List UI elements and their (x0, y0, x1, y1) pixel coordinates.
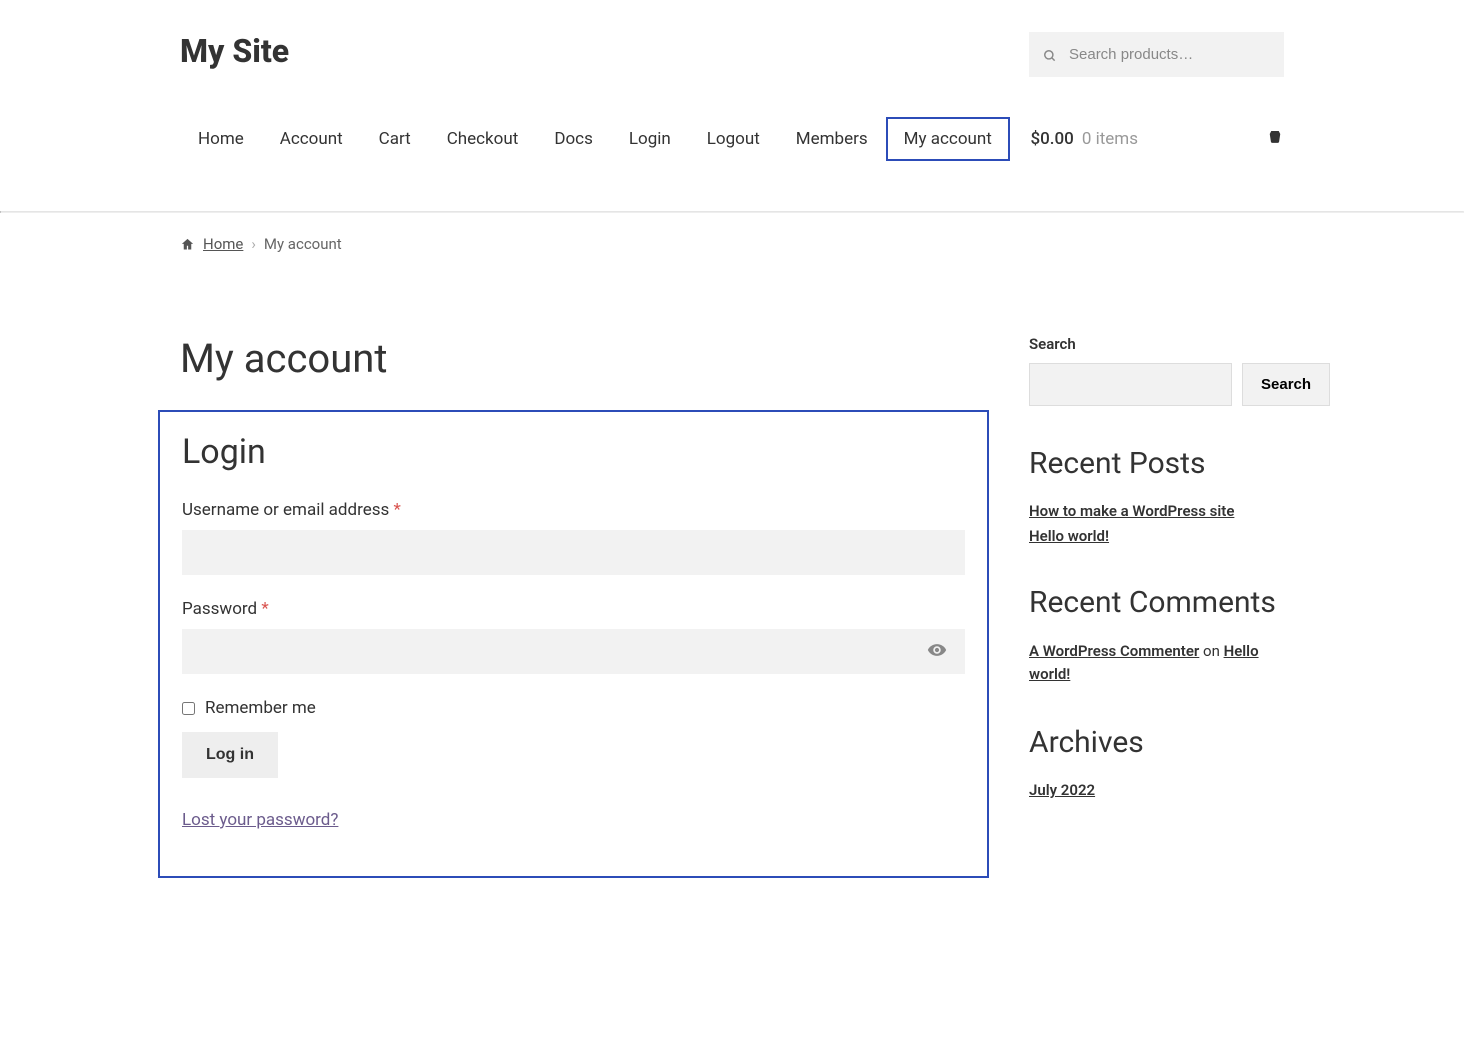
username-label: Username or email address * (182, 500, 965, 520)
breadcrumb-current: My account (264, 235, 342, 253)
nav-item-login[interactable]: Login (611, 117, 689, 161)
basket-icon (1266, 128, 1284, 151)
chevron-right-icon: › (251, 235, 256, 253)
cart-amount: $0.00 (1030, 129, 1073, 149)
remember-label[interactable]: Remember me (205, 698, 316, 718)
recent-posts-heading: Recent Posts (1029, 446, 1284, 481)
search-icon (1043, 48, 1057, 62)
cart-summary[interactable]: $0.00 0 items (1030, 128, 1284, 151)
nav-item-docs[interactable]: Docs (536, 117, 611, 161)
nav-item-account[interactable]: Account (262, 117, 361, 161)
recent-comment-item: A WordPress Commenter on Hello world! (1029, 640, 1284, 685)
lost-password-link[interactable]: Lost your password? (182, 810, 338, 830)
nav-item-home[interactable]: Home (180, 117, 262, 161)
page-title: My account (180, 335, 989, 382)
nav-item-logout[interactable]: Logout (689, 117, 778, 161)
primary-nav: Home Account Cart Checkout Docs Login Lo… (180, 117, 1010, 161)
product-search-input[interactable] (1029, 32, 1284, 77)
sidebar-search-input[interactable] (1029, 363, 1232, 406)
sidebar-search-button[interactable]: Search (1242, 363, 1330, 406)
password-label: Password * (182, 599, 965, 619)
sidebar-search-label: Search (1029, 335, 1284, 353)
nav-item-my-account[interactable]: My account (886, 117, 1010, 161)
login-form-box: Login Username or email address * Passwo… (158, 410, 989, 878)
eye-icon[interactable] (927, 640, 947, 664)
password-input[interactable] (182, 629, 965, 674)
login-heading: Login (182, 432, 965, 472)
nav-item-cart[interactable]: Cart (361, 117, 429, 161)
login-button[interactable]: Log in (182, 732, 278, 778)
archives-heading: Archives (1029, 725, 1284, 760)
commenter-link[interactable]: A WordPress Commenter (1029, 642, 1199, 660)
username-input[interactable] (182, 530, 965, 575)
breadcrumb-home[interactable]: Home (203, 235, 243, 253)
cart-item-count: 0 items (1082, 129, 1138, 149)
recent-comments-heading: Recent Comments (1029, 585, 1284, 620)
breadcrumb: Home › My account (180, 213, 1284, 275)
remember-checkbox[interactable] (182, 702, 195, 715)
nav-item-checkout[interactable]: Checkout (429, 117, 537, 161)
recent-post-link[interactable]: Hello world! (1029, 527, 1109, 545)
home-icon (180, 237, 195, 252)
recent-post-link[interactable]: How to make a WordPress site (1029, 502, 1234, 520)
site-title[interactable]: My Site (180, 32, 289, 70)
product-search-box (1029, 32, 1284, 77)
nav-item-members[interactable]: Members (778, 117, 886, 161)
archive-link[interactable]: July 2022 (1029, 781, 1095, 799)
